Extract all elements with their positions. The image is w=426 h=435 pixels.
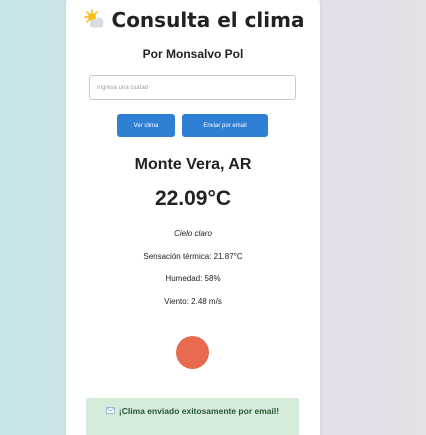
page-title: Consulta el clima <box>111 8 305 32</box>
weather-description: Cielo claro <box>174 229 212 238</box>
success-alert-message: ¡Clima enviado exitosamente por email! <box>118 406 280 416</box>
weather-card: Consulta el clima Por Monsalvo Pol Ver c… <box>66 0 320 435</box>
status-indicator <box>176 336 209 369</box>
wind-text: Viento: 2.48 m/s <box>164 297 222 306</box>
author-subtitle: Por Monsalvo Pol <box>142 47 244 61</box>
page-header: Consulta el clima <box>66 8 320 32</box>
location-name: Monte Vera, AR <box>134 156 252 173</box>
success-alert: ¡Clima enviado exitosamente por email! <box>86 398 299 435</box>
view-weather-button[interactable]: Ver clima <box>117 114 175 137</box>
sun-behind-cloud-icon <box>83 9 104 28</box>
city-search-input[interactable] <box>89 75 296 100</box>
temperature-value: 22.09°C <box>154 187 232 210</box>
email-icon <box>106 406 115 415</box>
humidity-text: Humedad: 58% <box>165 274 221 283</box>
send-email-button[interactable]: Enviar por email <box>182 114 268 137</box>
feels-like-text: Sensación térmica: 21.87°C <box>143 252 243 261</box>
